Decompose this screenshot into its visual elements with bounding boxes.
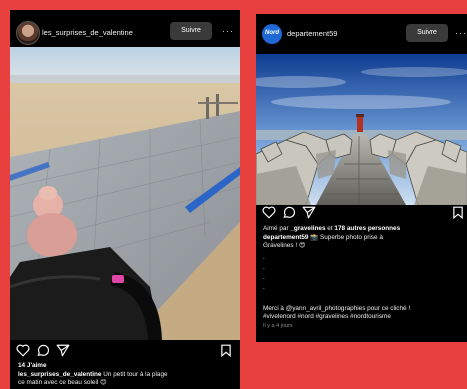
post-caption: les_surprises_de_valentine Un petit tour… bbox=[18, 371, 168, 379]
avatar[interactable]: Nord bbox=[262, 24, 282, 44]
caption-dot: . bbox=[263, 254, 265, 261]
caption-text: 📸 Superbe photo prise à bbox=[310, 234, 383, 241]
caption-line-2: Gravelines ! 😍 bbox=[263, 242, 306, 249]
post-username[interactable]: les_surprises_de_valentine bbox=[42, 28, 133, 37]
caption-dot: . bbox=[263, 284, 265, 291]
post-card-right: Nord departement59 Suivre ··· Aimé par _… bbox=[256, 14, 467, 342]
caption-hashtags[interactable]: #vivelenord #nord #gravelines #nordtouri… bbox=[263, 313, 391, 321]
post-actions bbox=[10, 342, 240, 360]
heart-icon[interactable] bbox=[262, 206, 276, 219]
post-header: Nord departement59 Suivre ··· bbox=[256, 20, 467, 50]
bookmark-icon[interactable] bbox=[452, 206, 464, 219]
post-caption: departement59 📸 Superbe photo prise à bbox=[263, 234, 383, 242]
caption-username[interactable]: departement59 bbox=[263, 234, 308, 241]
liked-by: Aimé par _gravelines et 178 autres perso… bbox=[263, 225, 400, 233]
post-header: les_surprises_de_valentine Suivre ··· bbox=[10, 18, 240, 48]
caption-credit: Merci à @yann_avril_photographies pour c… bbox=[263, 305, 411, 312]
post-username[interactable]: departement59 bbox=[287, 29, 337, 38]
share-icon[interactable] bbox=[56, 344, 70, 357]
follow-button[interactable]: Suivre bbox=[406, 24, 448, 42]
avatar[interactable] bbox=[16, 21, 40, 45]
comment-icon[interactable] bbox=[282, 206, 296, 219]
caption-dot: . bbox=[263, 264, 265, 271]
heart-icon[interactable] bbox=[16, 344, 30, 357]
liked-by-user[interactable]: _gravelines bbox=[290, 225, 325, 232]
caption-line-2: ce matin avec ce beau soleil 😊 bbox=[18, 379, 107, 386]
post-timestamp: Il y a 4 jours bbox=[263, 323, 293, 329]
more-options-icon[interactable]: ··· bbox=[455, 28, 467, 38]
likes-count[interactable]: 14 J'aime bbox=[18, 362, 47, 370]
follow-button[interactable]: Suivre bbox=[170, 22, 212, 40]
share-icon[interactable] bbox=[302, 206, 316, 219]
liked-by-prefix: Aimé par bbox=[263, 225, 291, 232]
post-actions bbox=[256, 204, 467, 222]
beach-photo bbox=[10, 47, 240, 340]
caption-text: Un petit tour à la plage bbox=[103, 371, 168, 378]
bookmark-icon[interactable] bbox=[220, 344, 232, 357]
comment-icon[interactable] bbox=[36, 344, 50, 357]
post-image-beach[interactable] bbox=[10, 47, 240, 340]
caption-dot: . bbox=[263, 274, 265, 281]
pier-photo bbox=[256, 54, 467, 205]
caption-username[interactable]: les_surprises_de_valentine bbox=[18, 371, 101, 378]
avatar-label: Nord bbox=[265, 30, 279, 36]
liked-by-others[interactable]: 178 autres personnes bbox=[334, 225, 400, 232]
post-card-left: les_surprises_de_valentine Suivre ··· 14… bbox=[10, 10, 240, 389]
post-image-pier[interactable] bbox=[256, 54, 467, 205]
more-options-icon[interactable]: ··· bbox=[222, 26, 234, 36]
